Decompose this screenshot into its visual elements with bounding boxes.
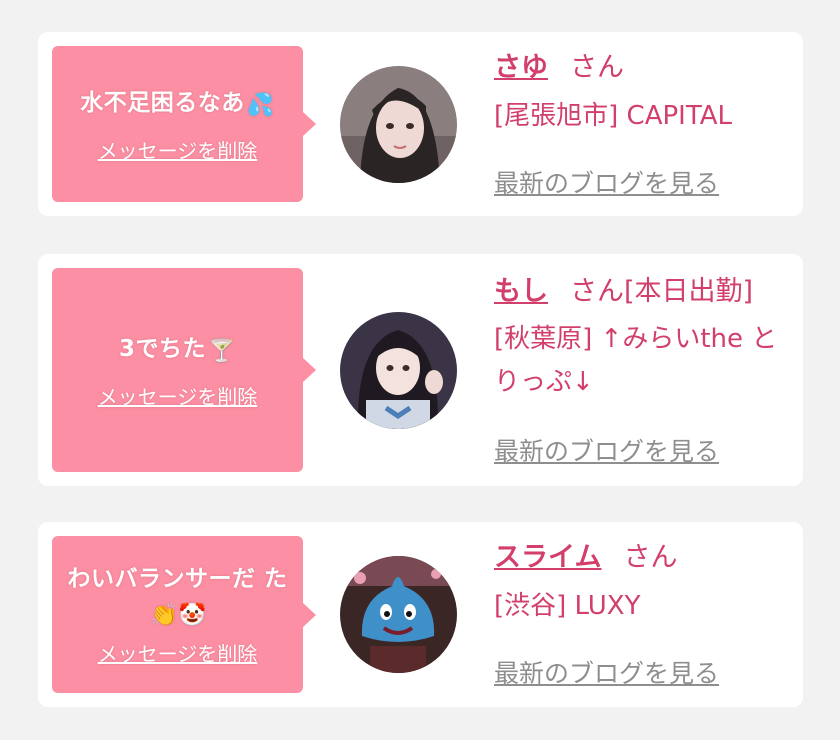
message-card: 3でちた🍸 メッセージを削除 もし さん[本日出勤] [秋葉原] ↑みらいthe … [38,254,803,486]
honorific: さん [623,542,678,573]
delete-message-link[interactable]: メッセージを削除 [98,135,258,164]
avatar-photo [340,312,457,429]
profile-info: スライム さん [渋谷] LUXY 最新のブログを見る [494,538,794,698]
avatar[interactable] [340,556,457,673]
cocktail-icon: 🍸 [208,338,236,364]
shop-info: [渋谷] LUXY [494,591,641,621]
profile-name-link[interactable]: さゆ [494,52,548,83]
profile-info: さゆ さん [尾張旭市] CAPITAL 最新のブログを見る [494,48,794,208]
message-text: 水不足困るなあ💦 [80,89,275,118]
avatar[interactable] [340,66,457,183]
avatar-photo [340,66,457,183]
shop-info: [尾張旭市] CAPITAL [494,101,732,131]
message-bubble: わいバランサーだ た👏🤡 メッセージを削除 [52,536,316,693]
message-card: 水不足困るなあ💦 メッセージを削除 さゆ さん [尾張旭市] CAPITAL 最新… [38,32,803,216]
avatar[interactable] [340,312,457,429]
avatar-photo [340,556,457,673]
message-text: わいバランサーだ た👏🤡 [67,566,288,628]
honorific: さん [570,52,624,83]
message-bubble: 3でちた🍸 メッセージを削除 [52,268,316,472]
delete-message-link[interactable]: メッセージを削除 [98,381,258,410]
latest-blog-link[interactable]: 最新のブログを見る [494,432,719,468]
message-bubble: 水不足困るなあ💦 メッセージを削除 [52,46,316,202]
latest-blog-link[interactable]: 最新のブログを見る [494,654,719,690]
latest-blog-link[interactable]: 最新のブログを見る [494,164,719,200]
shop-info: [秋葉原] ↑みらいthe とりっぷ↓ [494,324,778,397]
profile-info: もし さん[本日出勤] [秋葉原] ↑みらいthe とりっぷ↓ 最新のブログを見る [494,272,794,472]
delete-message-link[interactable]: メッセージを削除 [98,638,258,667]
sweat-drops-icon: 💦 [246,92,275,118]
message-card: わいバランサーだ た👏🤡 メッセージを削除 スライムさん [渋谷] LUXY [38,522,803,707]
message-text: 3でちた🍸 [119,335,236,364]
profile-name-link[interactable]: スライム [494,542,601,573]
clap-clown-icon: 👏🤡 [150,603,207,628]
message-list: 水不足困るなあ💦 メッセージを削除 さゆ さん [尾張旭市] CAPITAL 最新… [0,0,840,740]
profile-name-link[interactable]: もし [494,276,548,307]
honorific: さん[本日出勤] [570,276,754,307]
